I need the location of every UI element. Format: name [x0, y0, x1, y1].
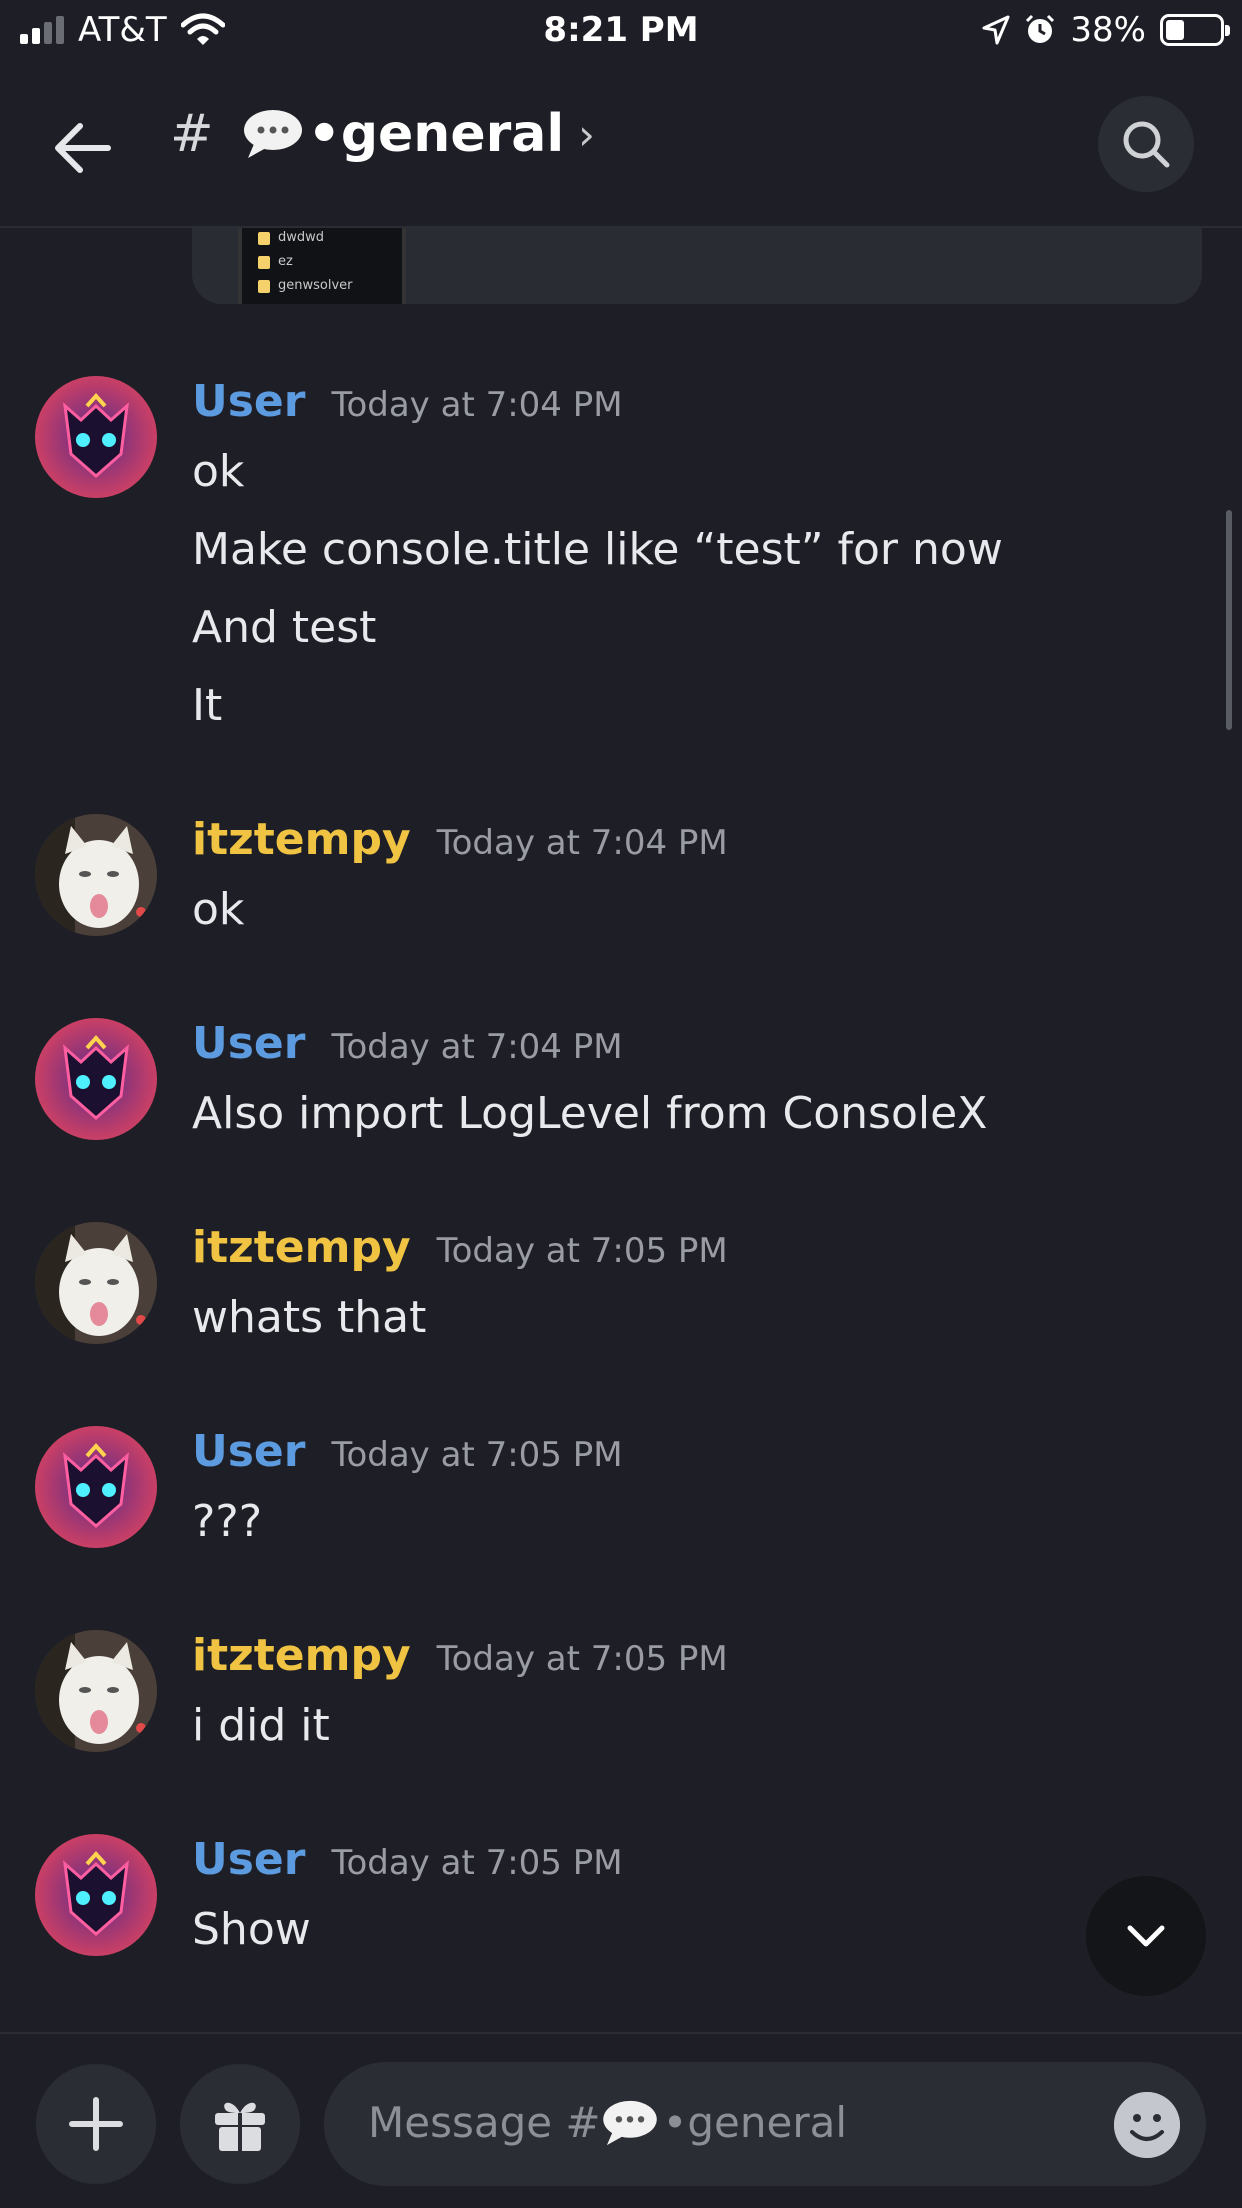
message-composer: Message # •general	[0, 2032, 1242, 2208]
timestamp: Today at 7:05 PM	[331, 1435, 623, 1475]
alarm-icon	[1026, 14, 1055, 43]
message-header: User Today at 7:05 PM	[192, 1426, 623, 1477]
scrollbar[interactable]	[1226, 510, 1232, 730]
message-text: ok	[192, 884, 245, 935]
location-arrow-icon	[982, 15, 1010, 45]
avatar[interactable]	[35, 814, 157, 936]
timestamp: Today at 7:04 PM	[436, 823, 728, 863]
message-header: itztempy Today at 7:04 PM	[192, 814, 728, 865]
message-text: Show	[192, 1904, 311, 1955]
battery-percent: 38%	[1070, 10, 1146, 50]
speech-bubble-icon	[242, 108, 304, 160]
avatar[interactable]	[35, 1018, 157, 1140]
avatar[interactable]	[35, 1426, 157, 1548]
folder-label: dwdwd	[257, 230, 325, 245]
username[interactable]: User	[192, 1018, 305, 1069]
message-header: User Today at 7:05 PM	[192, 1834, 623, 1885]
channel-hash: #	[170, 104, 214, 164]
message-header: itztempy Today at 7:05 PM	[192, 1630, 728, 1681]
message-text: whats that	[192, 1292, 427, 1343]
timestamp: Today at 7:04 PM	[331, 1027, 623, 1067]
message-text: i did it	[192, 1700, 330, 1751]
message-text: ???	[192, 1496, 263, 1547]
placeholder-prefix: Message #	[368, 2098, 601, 2147]
avatar[interactable]	[35, 1834, 157, 1956]
gift-button[interactable]	[180, 2064, 300, 2184]
gift-icon	[215, 2102, 265, 2151]
message-list[interactable]: dwdwd ez genwsolver User Today at 7:04 P…	[0, 228, 1242, 2032]
message-text: ok	[192, 446, 245, 497]
timestamp: Today at 7:05 PM	[436, 1231, 728, 1271]
channel-name: •general	[307, 104, 565, 164]
message-input[interactable]: Message # •general	[324, 2062, 1206, 2186]
channel-chevron-icon: ›	[578, 109, 595, 159]
add-attachment-button[interactable]	[36, 2064, 156, 2184]
timestamp: Today at 7:04 PM	[331, 385, 623, 425]
image-embed-preview[interactable]: dwdwd ez genwsolver	[192, 228, 1202, 304]
emoji-button[interactable]	[1114, 2092, 1180, 2158]
speech-bubble-icon	[601, 2099, 659, 2147]
avatar[interactable]	[35, 1630, 157, 1752]
search-button[interactable]	[1098, 96, 1194, 192]
username[interactable]: itztempy	[192, 814, 411, 865]
message-text: Also import LogLevel from ConsoleX	[192, 1088, 988, 1139]
message-header: User Today at 7:04 PM	[192, 376, 623, 427]
jump-to-bottom-button[interactable]	[1086, 1876, 1206, 1996]
search-icon	[1123, 121, 1170, 168]
username[interactable]: itztempy	[192, 1222, 411, 1273]
username[interactable]: User	[192, 1426, 305, 1477]
folder-label: ez	[258, 254, 293, 269]
channel-title[interactable]: # •general ›	[170, 104, 595, 164]
back-button[interactable]	[48, 112, 120, 184]
message-text: And test	[192, 602, 377, 653]
timestamp: Today at 7:05 PM	[331, 1843, 623, 1883]
avatar[interactable]	[35, 1222, 157, 1344]
avatar[interactable]	[35, 376, 157, 498]
emoji-icon	[1114, 2092, 1180, 2158]
username[interactable]: itztempy	[192, 1630, 411, 1681]
channel-header: # •general ›	[0, 64, 1242, 228]
status-right: 38%	[982, 10, 1230, 50]
file-explorer-image: dwdwd ez genwsolver	[238, 228, 406, 304]
plus-icon	[69, 2097, 123, 2151]
message-header: User Today at 7:04 PM	[192, 1018, 623, 1069]
folder-label: genwsolver	[258, 278, 353, 293]
timestamp: Today at 7:05 PM	[436, 1639, 728, 1679]
message-text: Make console.title like “test” for now	[192, 524, 1003, 575]
username[interactable]: User	[192, 376, 305, 427]
chevron-down-icon	[1127, 1925, 1165, 1947]
message-text: It	[192, 680, 223, 731]
placeholder-channel: •general	[662, 2098, 848, 2147]
message-placeholder: Message # •general	[368, 2098, 847, 2147]
battery-icon	[1160, 14, 1230, 46]
username[interactable]: User	[192, 1834, 305, 1885]
message-header: itztempy Today at 7:05 PM	[192, 1222, 728, 1273]
back-arrow-icon	[55, 123, 111, 173]
status-bar: AT&T 8:21 PM 38%	[0, 0, 1242, 64]
